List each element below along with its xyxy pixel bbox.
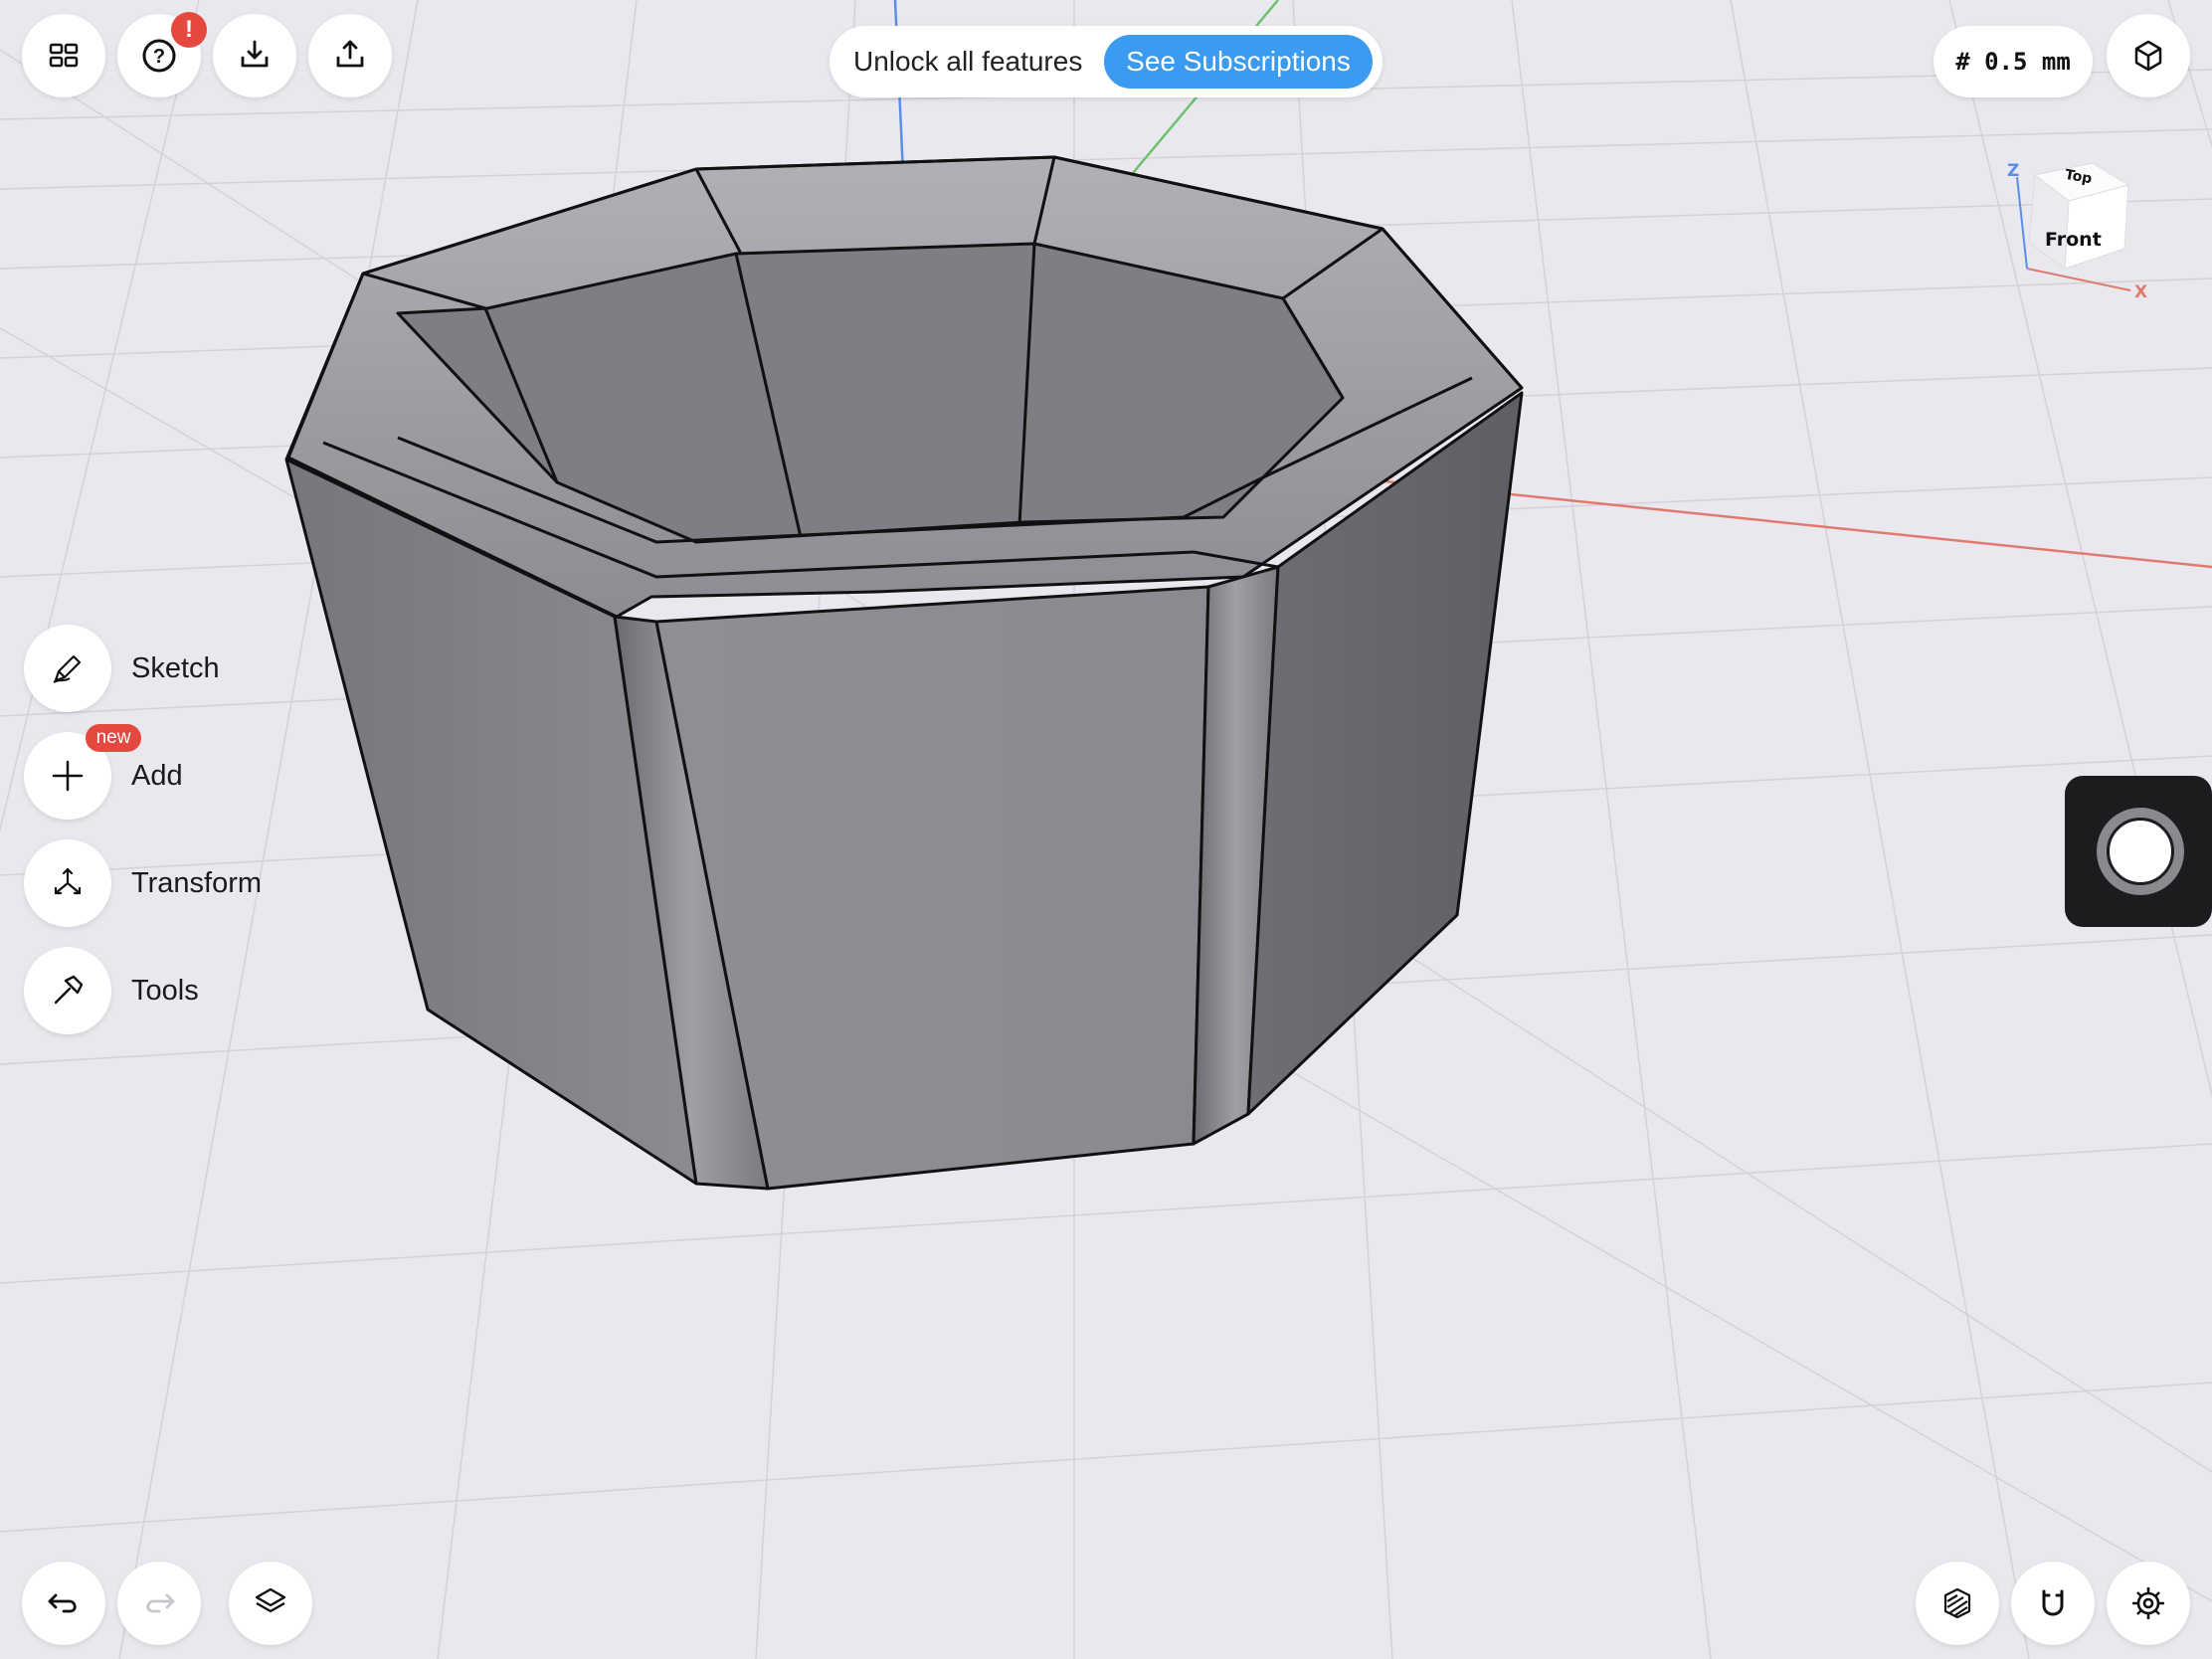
settings-button[interactable] — [2107, 1562, 2190, 1645]
export-button[interactable] — [308, 14, 392, 97]
add-label: Add — [131, 760, 183, 792]
tools-label: Tools — [131, 975, 199, 1007]
pencil-icon — [53, 654, 82, 683]
transform-label: Transform — [131, 867, 263, 899]
transform-icon — [54, 867, 82, 895]
subscription-promo: Unlock all features See Subscriptions — [830, 26, 1382, 97]
view-mode-button[interactable] — [2107, 14, 2190, 97]
grid-size-indicator[interactable]: # 0.5 mm — [1934, 26, 2093, 97]
tools-button[interactable] — [24, 947, 111, 1034]
promo-text: Unlock all features — [853, 46, 1083, 77]
help-alert-badge: ! — [171, 12, 207, 48]
sketch-tool[interactable]: Sketch — [24, 625, 362, 712]
redo-icon — [146, 1593, 175, 1613]
snap-magnet-icon — [2042, 1589, 2064, 1616]
3d-viewport[interactable] — [0, 0, 2212, 1659]
snap-button[interactable] — [2011, 1562, 2095, 1645]
new-badge: new — [86, 724, 141, 752]
octagon-model[interactable] — [284, 155, 1524, 1191]
grid-menu-button[interactable] — [22, 14, 105, 97]
section-view-icon — [1943, 1587, 1971, 1619]
hammer-icon — [54, 975, 84, 1005]
transform-button[interactable] — [24, 839, 111, 927]
view-cube[interactable]: Top Front Z X — [1999, 149, 2148, 308]
record-icon — [2107, 818, 2174, 885]
layers-icon — [255, 1587, 286, 1613]
section-view-button[interactable] — [1916, 1562, 1999, 1645]
grid-menu-icon — [49, 43, 79, 68]
import-button[interactable] — [213, 14, 296, 97]
sketch-button[interactable] — [24, 625, 111, 712]
x-axis-label: X — [2134, 282, 2148, 302]
plus-icon — [52, 760, 84, 792]
record-panel — [2065, 776, 2212, 927]
download-icon — [241, 40, 269, 68]
tools-tool[interactable]: Tools — [24, 947, 362, 1034]
share-upload-icon — [336, 40, 364, 68]
undo-button[interactable] — [22, 1562, 105, 1645]
record-button[interactable] — [2097, 808, 2184, 895]
sketch-label: Sketch — [131, 652, 220, 684]
cube-view-icon — [2134, 40, 2162, 72]
svg-text:?: ? — [153, 46, 165, 68]
transform-tool[interactable]: Transform — [24, 839, 362, 927]
undo-icon — [48, 1593, 77, 1613]
settings-gear-icon — [2132, 1587, 2164, 1619]
z-axis-label: Z — [2007, 161, 2020, 181]
redo-button[interactable] — [117, 1562, 201, 1645]
add-tool[interactable]: new Add — [24, 724, 362, 820]
layers-button[interactable] — [229, 1562, 312, 1645]
view-cube-front-label: Front — [2045, 229, 2102, 251]
see-subscriptions-button[interactable]: See Subscriptions — [1104, 35, 1373, 89]
